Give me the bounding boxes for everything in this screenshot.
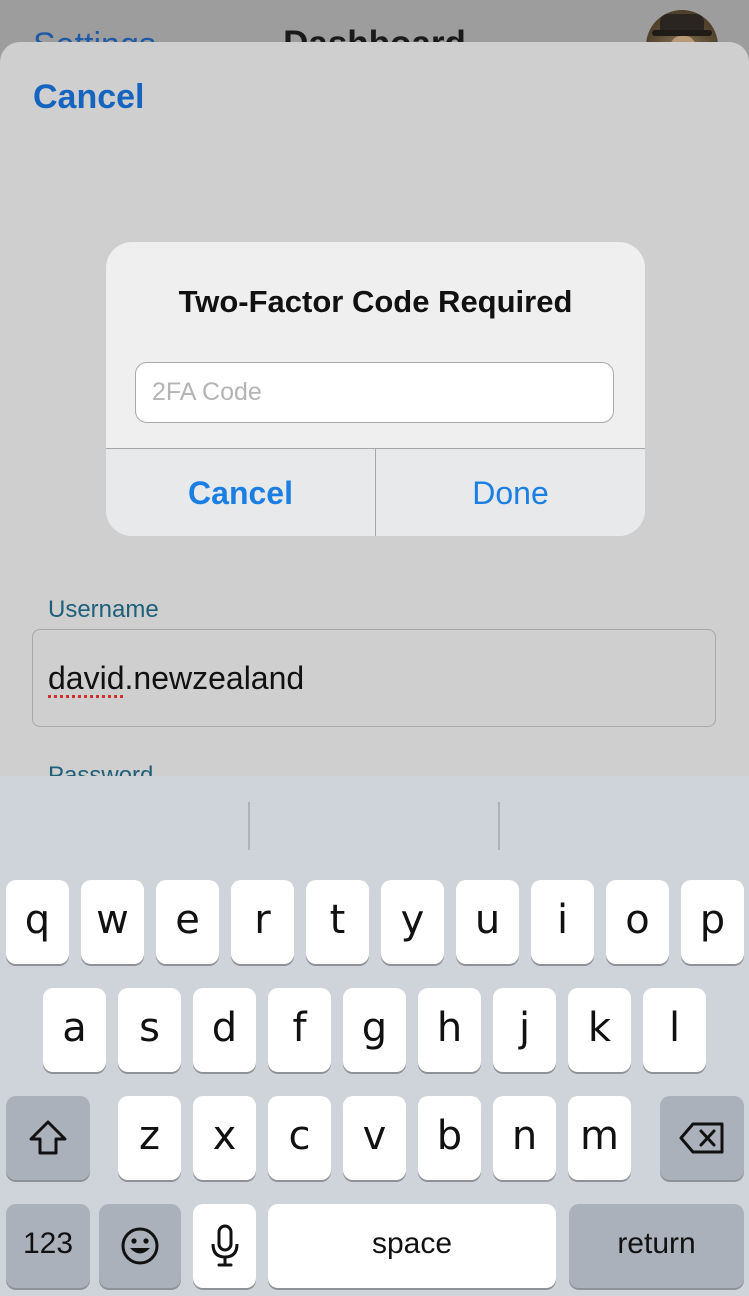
key-i[interactable]: i — [531, 880, 594, 964]
username-label: Username — [48, 596, 159, 623]
key-z[interactable]: z — [118, 1096, 181, 1180]
key-l[interactable]: l — [643, 988, 706, 1072]
key-x[interactable]: x — [193, 1096, 256, 1180]
smiley-face-icon — [121, 1227, 159, 1265]
two-factor-alert: Two-Factor Code Required Cancel Done — [106, 242, 645, 536]
key-m[interactable]: m — [568, 1096, 631, 1180]
username-value: david.newzealand — [48, 660, 304, 697]
key-f[interactable]: f — [268, 988, 331, 1072]
username-misspelled-part: david — [48, 660, 125, 696]
key-c[interactable]: c — [268, 1096, 331, 1180]
key-n[interactable]: n — [493, 1096, 556, 1180]
sheet-cancel-button[interactable]: Cancel — [33, 78, 145, 117]
username-rest-part: .newzealand — [124, 660, 305, 696]
key-b[interactable]: b — [418, 1096, 481, 1180]
key-h[interactable]: h — [418, 988, 481, 1072]
key-k[interactable]: k — [568, 988, 631, 1072]
username-field[interactable]: david.newzealand — [32, 629, 716, 727]
key-d[interactable]: d — [193, 988, 256, 1072]
key-o[interactable]: o — [606, 880, 669, 964]
screen: Settings Dashboard Cancel Username david… — [0, 0, 749, 1296]
return-key[interactable]: return — [569, 1204, 744, 1288]
alert-done-button[interactable]: Done — [376, 449, 645, 536]
key-y[interactable]: y — [381, 880, 444, 964]
shift-key[interactable] — [6, 1096, 90, 1180]
keyboard: q w e r t y u i o p a s d f g h j k l z … — [0, 776, 749, 1296]
backspace-icon — [679, 1122, 724, 1154]
key-p[interactable]: p — [681, 880, 744, 964]
key-e[interactable]: e — [156, 880, 219, 964]
key-r[interactable]: r — [231, 880, 294, 964]
suggestion-divider — [498, 802, 500, 850]
key-j[interactable]: j — [493, 988, 556, 1072]
key-g[interactable]: g — [343, 988, 406, 1072]
space-key[interactable]: space — [268, 1204, 556, 1288]
suggestion-divider — [248, 802, 250, 850]
key-u[interactable]: u — [456, 880, 519, 964]
microphone-icon — [211, 1224, 238, 1267]
numbers-key[interactable]: 123 — [6, 1204, 90, 1288]
key-a[interactable]: a — [43, 988, 106, 1072]
delete-key[interactable] — [660, 1096, 744, 1180]
key-v[interactable]: v — [343, 1096, 406, 1180]
key-t[interactable]: t — [306, 880, 369, 964]
key-w[interactable]: w — [81, 880, 144, 964]
emoji-key[interactable] — [99, 1204, 181, 1288]
alert-button-bar: Cancel Done — [106, 448, 645, 536]
shift-arrow-icon — [29, 1120, 67, 1155]
key-q[interactable]: q — [6, 880, 69, 964]
alert-title: Two-Factor Code Required — [178, 284, 573, 319]
two-factor-code-input[interactable] — [135, 362, 614, 423]
dictation-key[interactable] — [193, 1204, 256, 1288]
key-s[interactable]: s — [118, 988, 181, 1072]
alert-cancel-button[interactable]: Cancel — [106, 449, 375, 536]
